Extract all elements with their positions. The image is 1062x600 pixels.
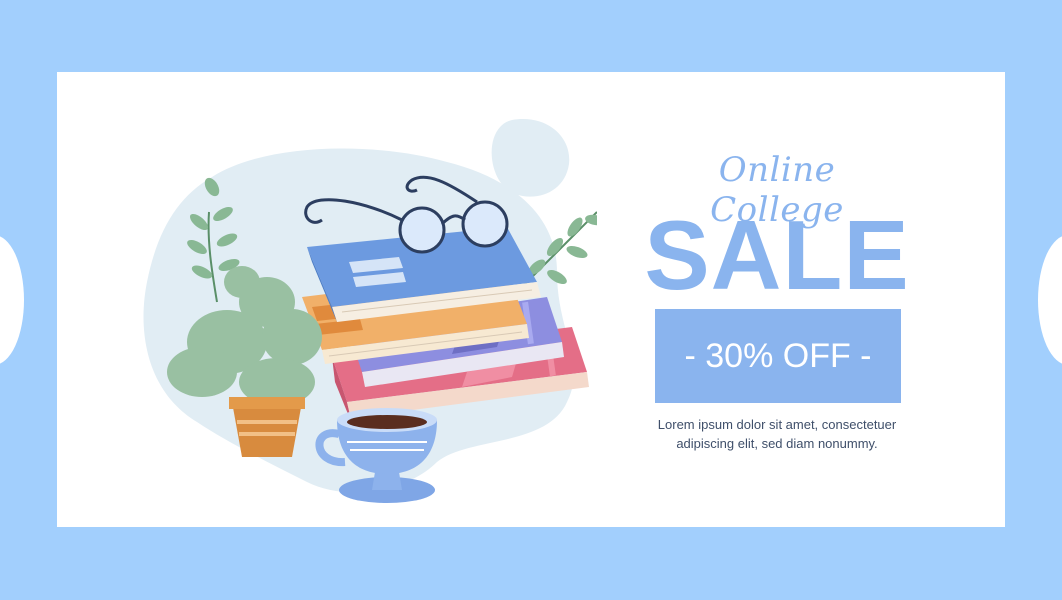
ticket-notch-left: [0, 235, 24, 365]
promo-description: Lorem ipsum dolor sit amet, consectetuer…: [642, 415, 912, 453]
ticket-notch-right: [1038, 235, 1062, 365]
description-line: adipiscing elit, sed diam nonummy.: [676, 436, 878, 451]
discount-badge: - 30% OFF -: [655, 309, 901, 403]
promo-card: Online College SALE - 30% OFF - Lorem ip…: [57, 72, 1005, 527]
discount-label: - 30% OFF -: [684, 336, 872, 375]
sale-headline: SALE: [644, 200, 910, 310]
description-line: Lorem ipsum dolor sit amet, consectetuer: [657, 417, 897, 432]
illustration: [143, 119, 597, 503]
